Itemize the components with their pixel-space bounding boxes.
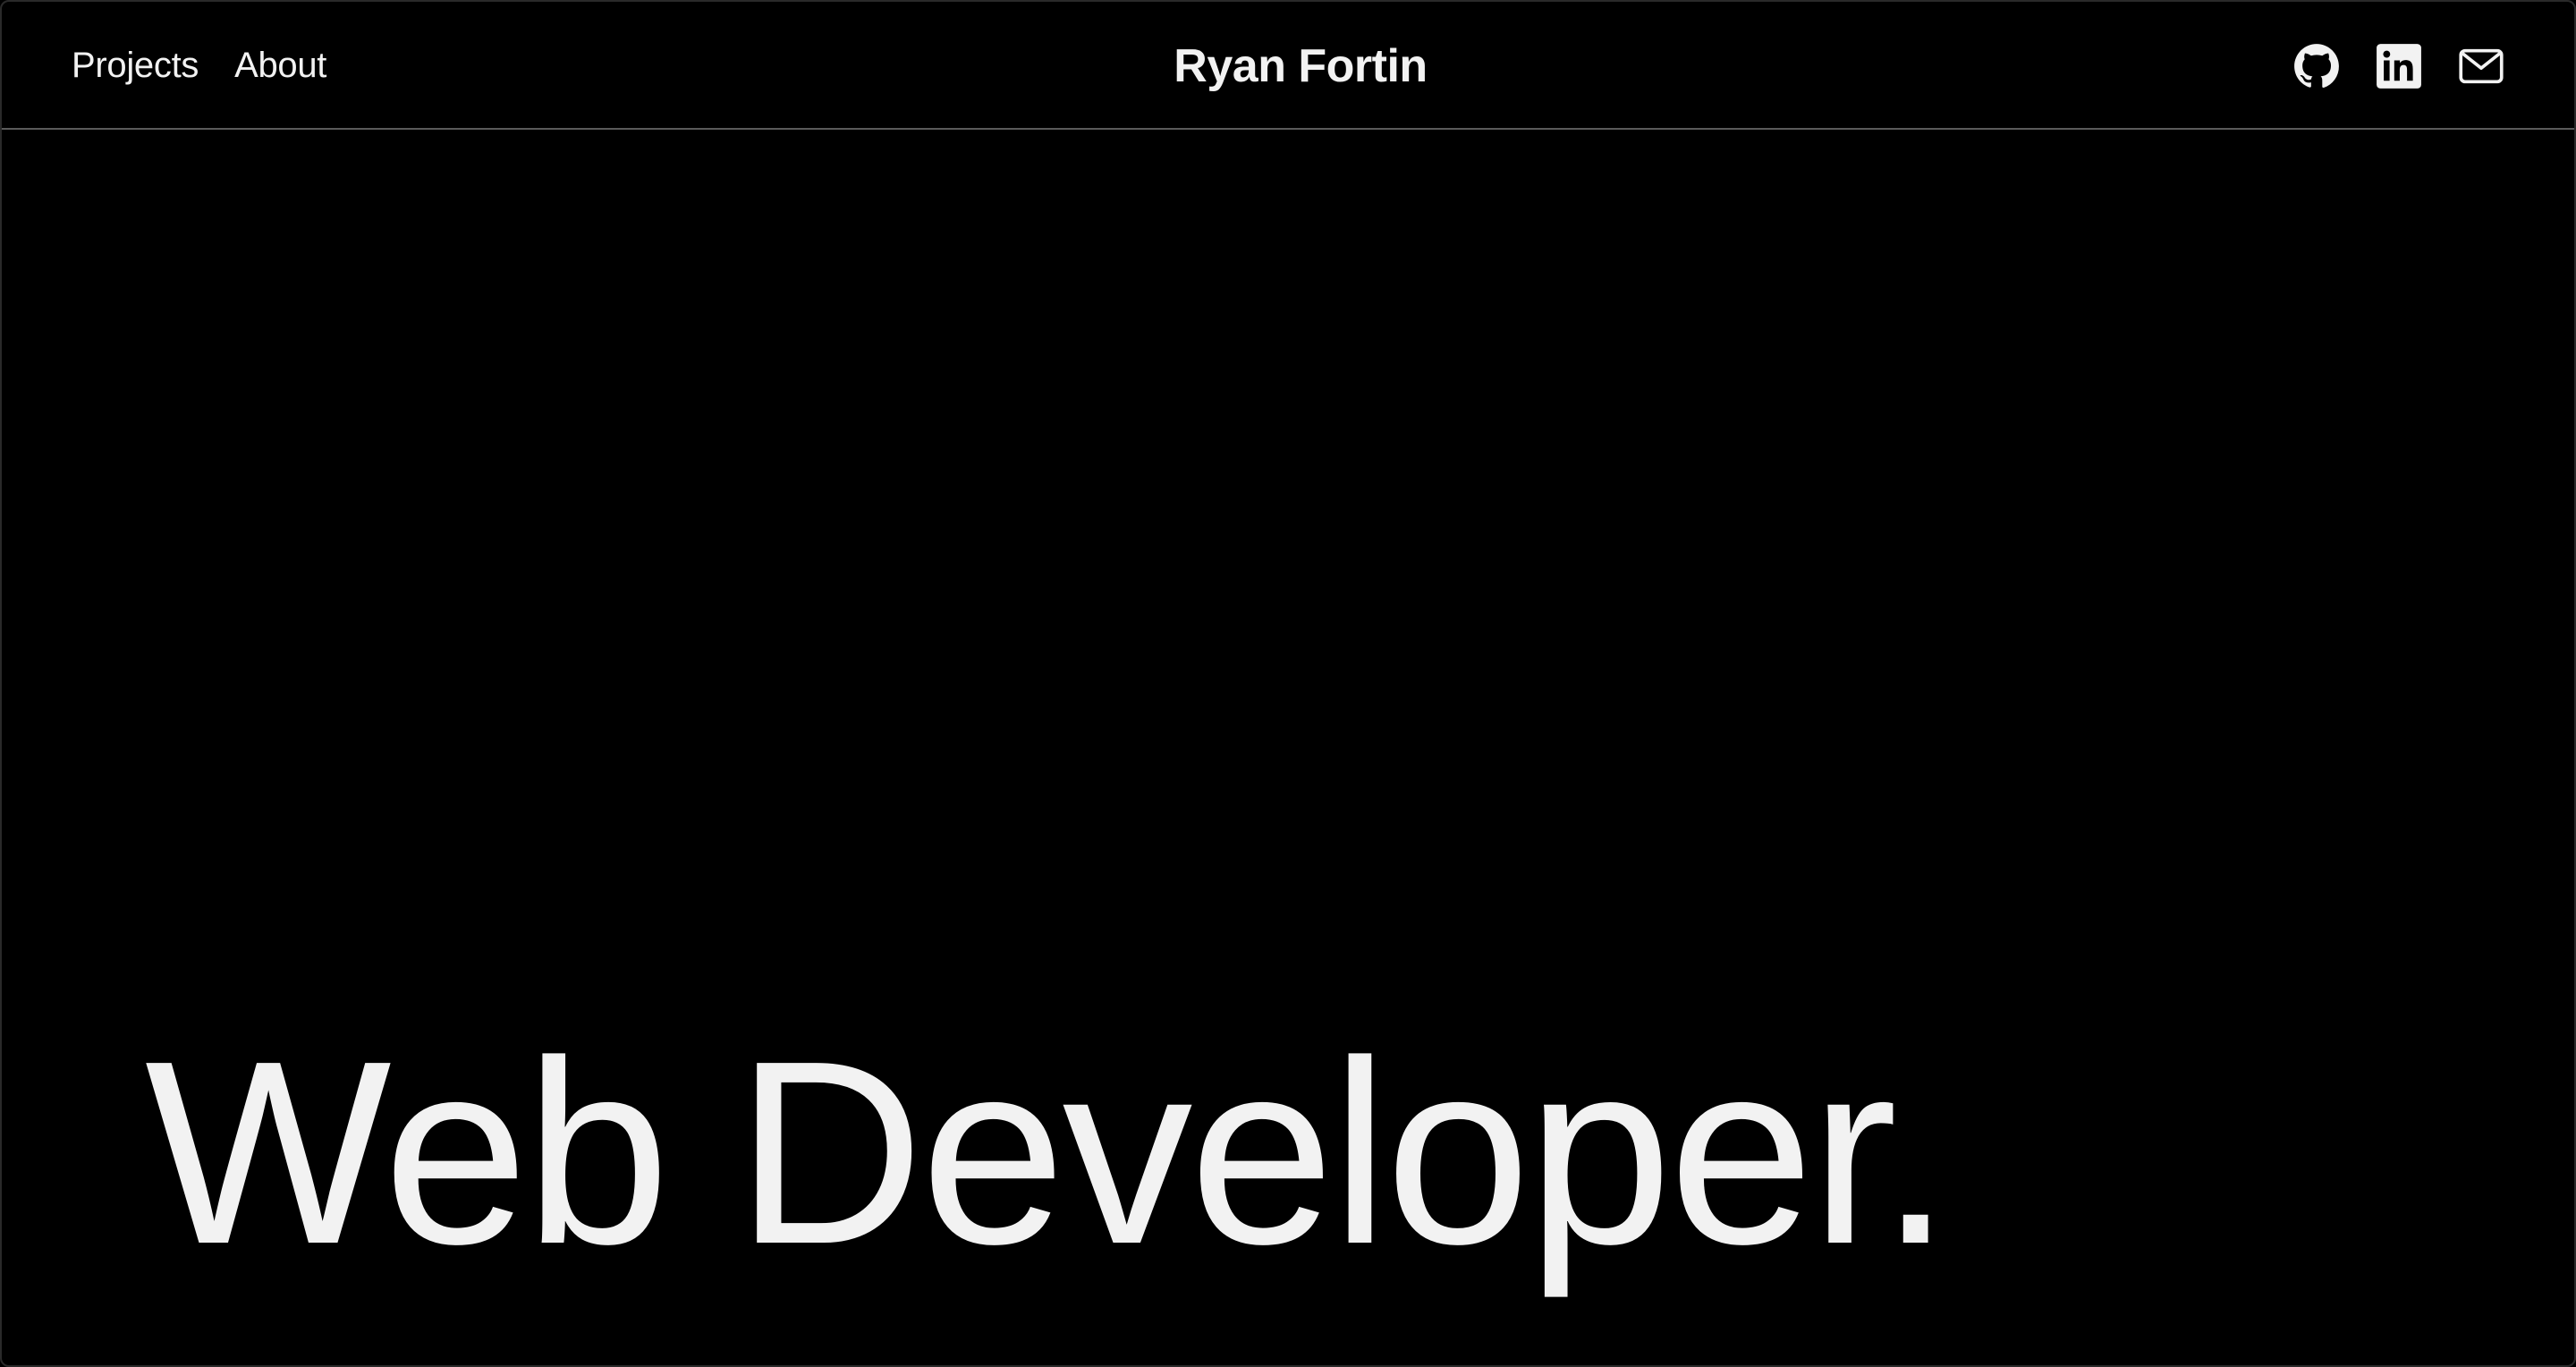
mail-link[interactable]	[2458, 43, 2504, 89]
linkedin-icon	[2377, 43, 2421, 89]
github-icon	[2294, 43, 2339, 88]
hero-headline: Web Developer.	[145, 1006, 1952, 1298]
site-title[interactable]: Ryan Fortin	[1174, 39, 1428, 93]
github-link[interactable]	[2293, 43, 2340, 89]
nav-link-projects[interactable]: Projects	[72, 46, 199, 86]
mail-icon	[2459, 48, 2504, 83]
page: Projects About Ryan Fortin Web Developer…	[0, 0, 2576, 1367]
nav-link-about[interactable]: About	[234, 46, 326, 86]
navbar: Projects About Ryan Fortin	[2, 2, 2574, 130]
site-title-wrapper: Ryan Fortin	[2, 2, 2574, 130]
linkedin-link[interactable]	[2376, 43, 2422, 89]
social-links	[2293, 2, 2504, 130]
nav-links: Projects About	[72, 2, 326, 130]
